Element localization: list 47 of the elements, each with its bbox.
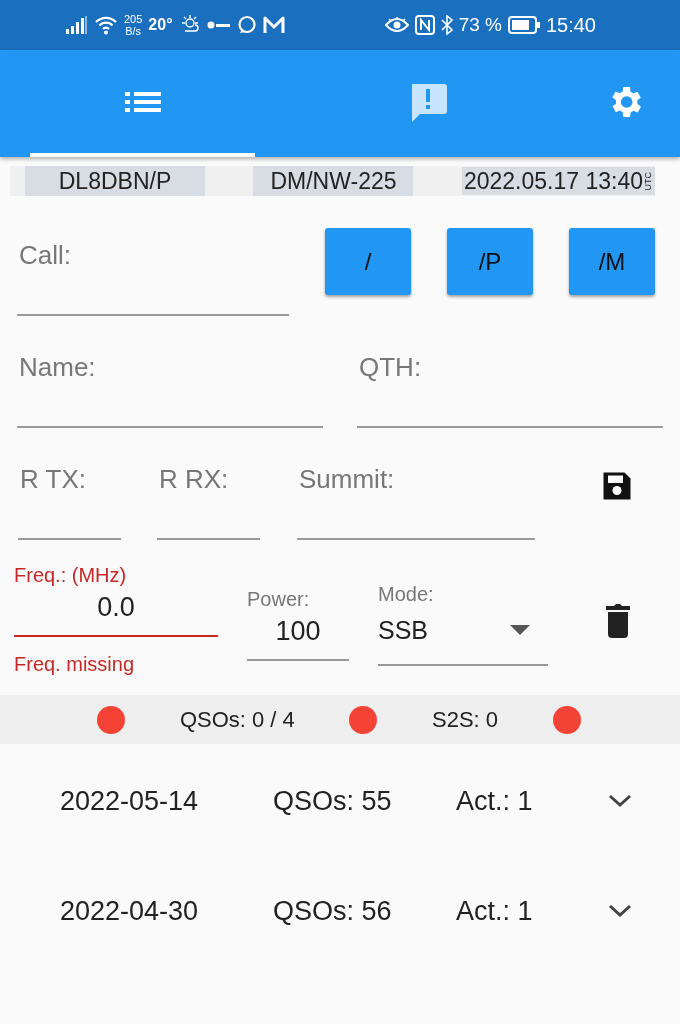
suffix-button[interactable]: /M <box>569 228 655 295</box>
battery-percentage: 73 % <box>458 14 502 36</box>
signal-icon <box>66 16 88 34</box>
qso-count: QSOs: 55 <box>273 785 393 817</box>
suffix-button[interactable]: /P <box>447 228 533 295</box>
summit-reference: DM/NW-225 <box>253 166 414 196</box>
power-input-field[interactable]: 100 <box>247 611 349 661</box>
frequency-error-message: Freq. missing <box>14 653 136 676</box>
call-input-field[interactable]: Call: <box>17 226 289 316</box>
data-speed-value: 205 <box>124 13 143 25</box>
callsign: DL8DBN/P <box>25 166 205 196</box>
eye-icon <box>384 17 409 33</box>
data-speed-unit: B/s <box>125 25 142 37</box>
summit-input-field[interactable]: Summit: <box>297 450 535 540</box>
rst-sent-input-field[interactable]: R TX: <box>18 450 121 540</box>
dropdown-arrow-icon <box>510 625 530 635</box>
clock: 15:40 <box>545 13 596 37</box>
name-input-field[interactable]: Name: <box>17 338 323 428</box>
delete-icon[interactable] <box>603 602 633 638</box>
log-day-item[interactable]: 2022-05-14 QSOs: 55 Act.: 1 <box>0 746 680 856</box>
log-date: 2022-04-30 <box>60 895 200 927</box>
chat-icon <box>236 15 257 35</box>
wifi-icon <box>94 15 118 35</box>
mode-dropdown[interactable]: SSB <box>378 606 548 666</box>
summary-count: QSOs: 0 / 4 <box>179 706 295 733</box>
temperature: 20° <box>148 16 173 34</box>
frequency-label: Freq.: (MHz) <box>14 564 128 587</box>
notification-icon <box>206 20 231 30</box>
log-date: 2022-05-14 <box>60 785 200 817</box>
activation-count: Act.: 1 <box>456 785 534 817</box>
nfc-icon <box>414 15 435 35</box>
app-logo-icon <box>262 16 285 34</box>
log-day-item[interactable]: 2022-04-30 QSOs: 56 Act.: 1 <box>0 856 680 966</box>
summary-count: S2S: 0 <box>432 706 499 733</box>
bluetooth-icon <box>440 15 453 35</box>
qso-count: QSOs: 56 <box>273 895 393 927</box>
battery-icon <box>507 16 540 34</box>
frequency-input-field[interactable]: 0.0 <box>14 587 218 637</box>
qth-input-field[interactable]: QTH: <box>357 338 663 428</box>
power-label: Power: <box>247 588 311 611</box>
rst-received-input-field[interactable]: R RX: <box>157 450 260 540</box>
mode-label: Mode: <box>378 583 435 606</box>
date-time: 2022.05.17 13:40 <box>462 167 643 195</box>
activation-count: Act.: 1 <box>456 895 534 927</box>
timezone-label: UTC <box>643 171 654 191</box>
trash-icon <box>604 602 632 638</box>
suffix-button[interactable]: / <box>325 228 411 295</box>
